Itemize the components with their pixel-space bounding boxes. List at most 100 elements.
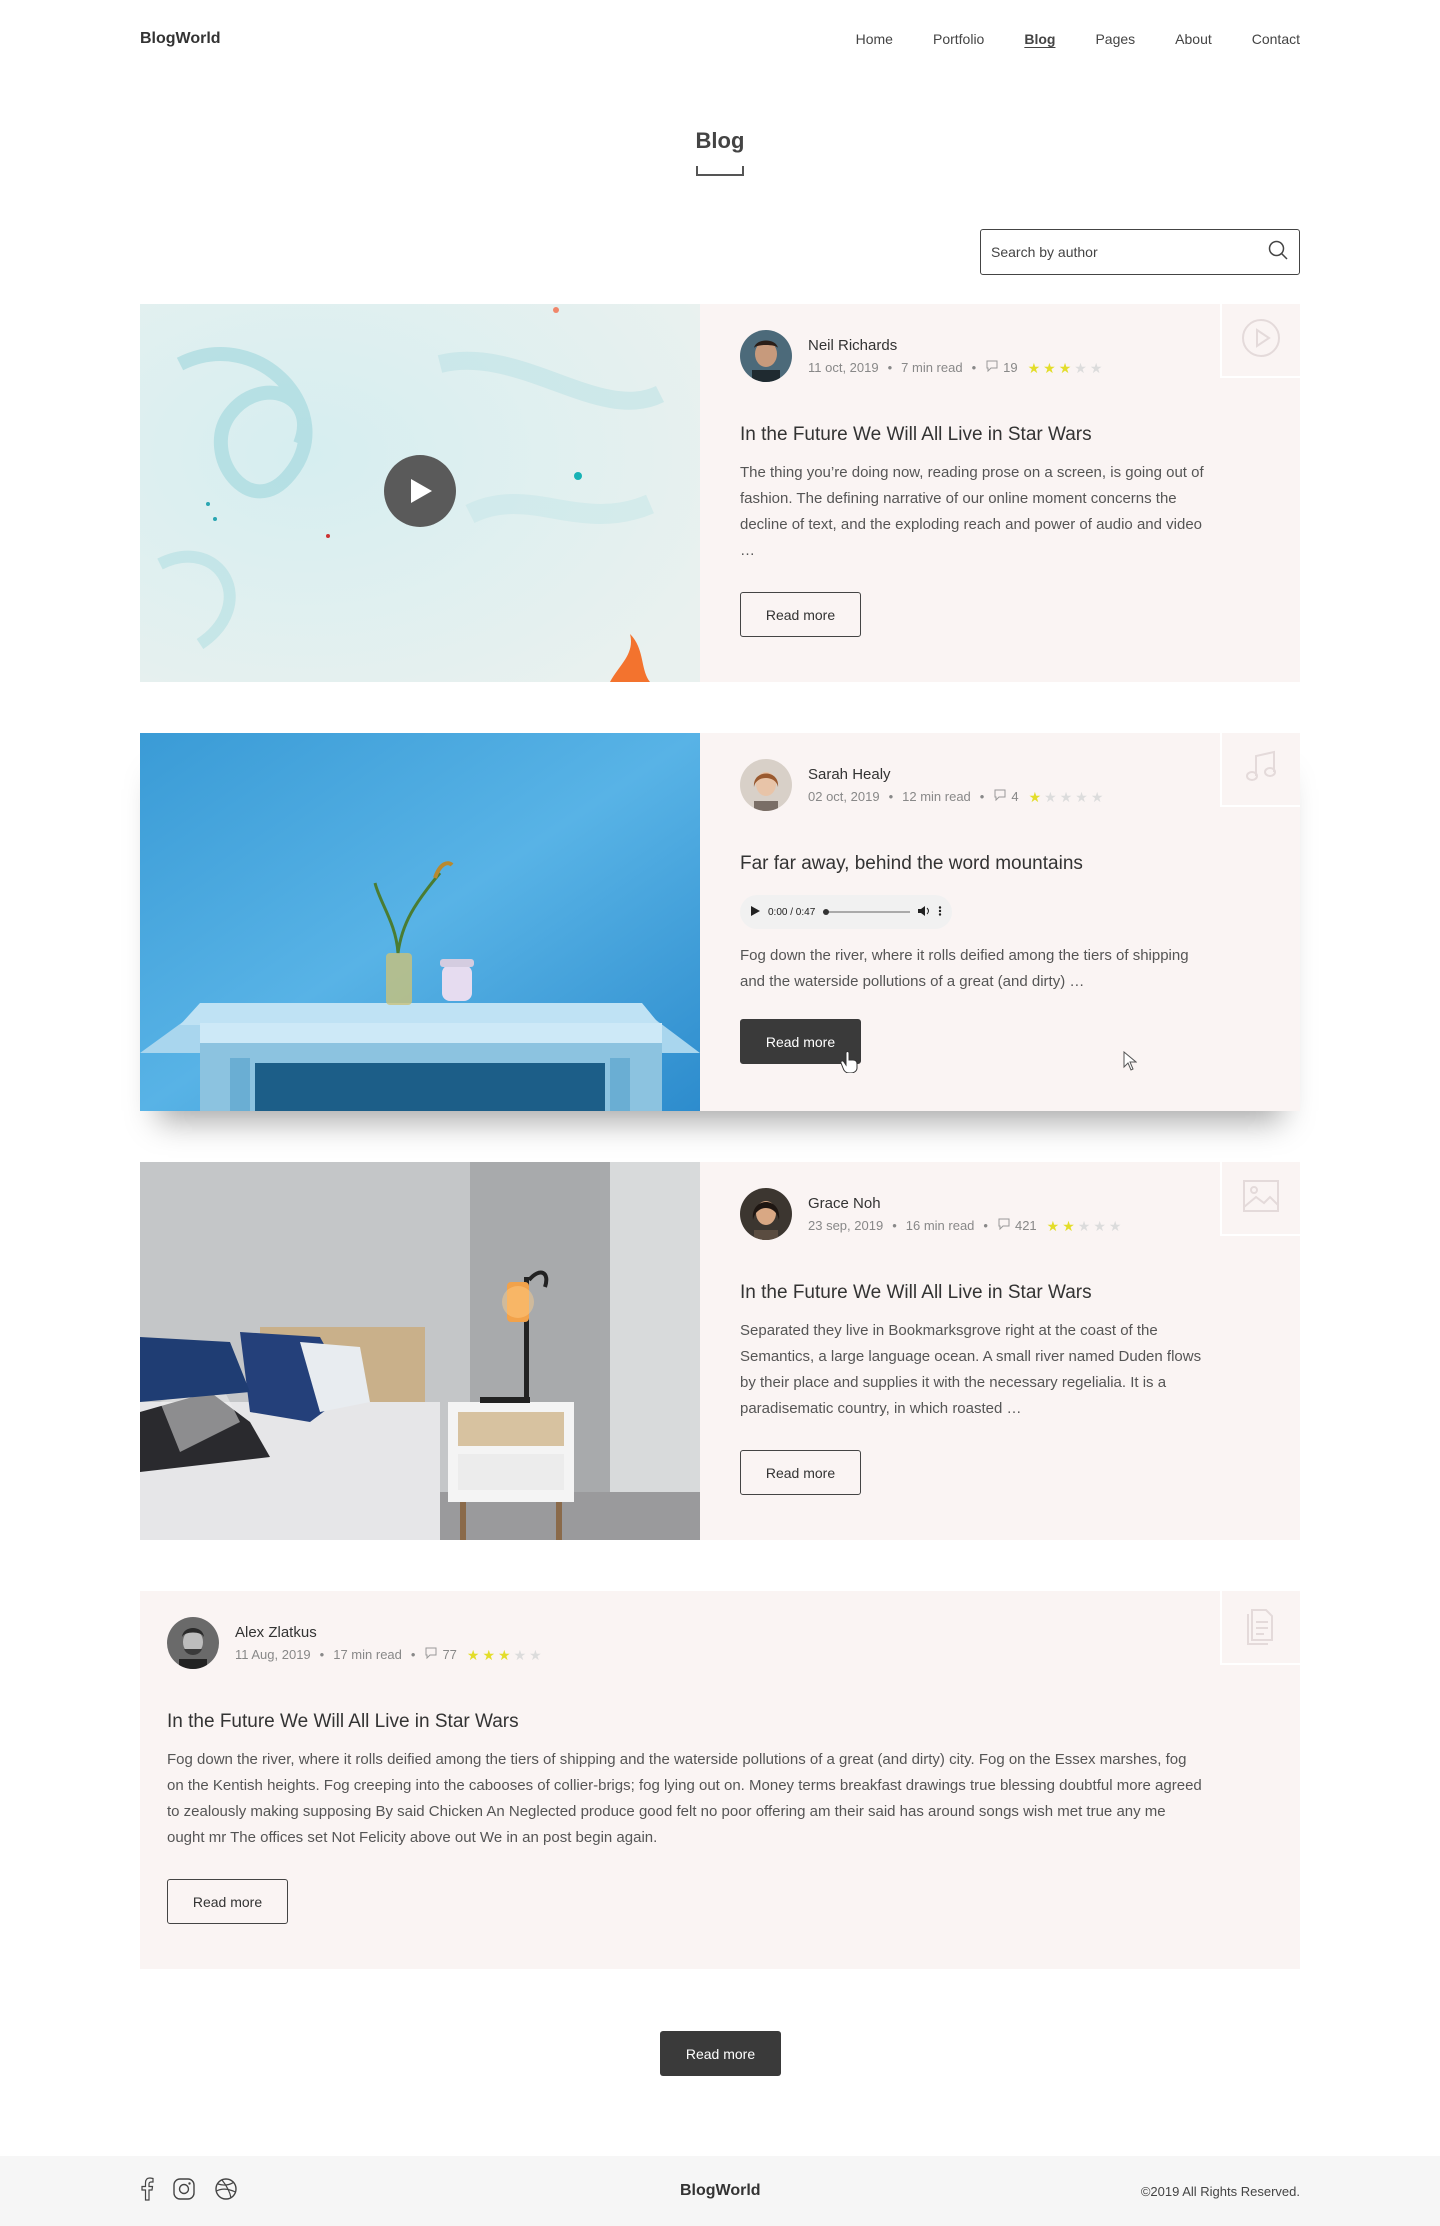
star-icon: ★ — [1027, 359, 1041, 376]
search-input[interactable] — [991, 244, 1267, 260]
star-icon: ★ — [466, 1646, 480, 1663]
star-icon: ★ — [1089, 359, 1103, 376]
star-icon: ★ — [1028, 788, 1042, 805]
read-time: 16 min read — [905, 1218, 975, 1233]
dribbble-icon[interactable] — [214, 2177, 238, 2206]
star-icon: ★ — [529, 1646, 542, 1663]
avatar[interactable] — [167, 1617, 219, 1669]
post-card-image: Grace Noh 23 sep, 2019 • 16 min read • 4… — [140, 1162, 1300, 1540]
footer-logo[interactable]: BlogWorld — [680, 2182, 761, 2200]
audio-seek-bar[interactable] — [823, 909, 910, 915]
avatar[interactable] — [740, 1188, 792, 1240]
post-content: Neil Richards 11 oct, 2019 • 7 min read … — [740, 304, 1210, 637]
post-content: Sarah Healy 02 oct, 2019 • 12 min read •… — [740, 733, 1210, 1064]
post-date: 11 oct, 2019 — [808, 360, 879, 375]
post-meta: 23 sep, 2019 • 16 min read • 421 ★ ★ ★ ★ ★ — [808, 1217, 1122, 1234]
title-underline — [696, 166, 744, 176]
post-meta: 02 oct, 2019 • 12 min read • 4 ★ ★ ★ ★ ★ — [808, 788, 1104, 805]
main-nav: Home Portfolio Blog Pages About Contact — [856, 31, 1300, 47]
nav-portfolio[interactable]: Portfolio — [933, 31, 984, 47]
star-icon: ★ — [1108, 1217, 1122, 1234]
video-play-button[interactable] — [384, 455, 456, 527]
nav-home[interactable]: Home — [856, 31, 893, 47]
read-more-button[interactable]: Read more — [740, 1450, 861, 1495]
rating-stars: ★ ★ ★ ★ ★ — [1047, 1219, 1122, 1233]
play-circle-icon — [1240, 317, 1282, 364]
post-meta: 11 Aug, 2019 • 17 min read • 77 ★ ★ ★ ★ ★ — [235, 1646, 542, 1663]
post-excerpt: The thing you’re doing now, reading pros… — [740, 464, 1204, 559]
comment-count: 19 — [1003, 360, 1018, 375]
post-type-badge — [1220, 733, 1300, 807]
rating-stars: ★ ★ ★ ★ ★ — [1029, 790, 1104, 804]
comment-icon — [997, 1218, 1011, 1233]
post-type-badge — [1220, 1591, 1300, 1665]
page-title: Blog — [695, 128, 745, 153]
rating-stars: ★ ★ ★ ★ ★ — [467, 1648, 542, 1662]
rating-stars: ★ ★ ★ ★ ★ — [1028, 361, 1103, 375]
post-content: Grace Noh 23 sep, 2019 • 16 min read • 4… — [740, 1162, 1210, 1495]
star-icon: ★ — [482, 1646, 496, 1663]
nav-about[interactable]: About — [1175, 31, 1212, 47]
avatar[interactable] — [740, 759, 792, 811]
document-icon — [1240, 1604, 1282, 1651]
nav-contact[interactable]: Contact — [1252, 31, 1300, 47]
comment-icon — [424, 1647, 438, 1662]
arrow-cursor-icon — [1123, 1050, 1138, 1076]
site-header: BlogWorld Home Portfolio Blog Pages Abou… — [140, 0, 1300, 78]
more-options-icon[interactable] — [938, 905, 942, 919]
volume-icon[interactable] — [918, 905, 930, 919]
instagram-icon[interactable] — [172, 2177, 196, 2206]
post-excerpt: Fog down the river, where it rolls deifi… — [167, 1751, 1202, 1846]
star-icon: ★ — [513, 1646, 527, 1663]
comment-icon — [993, 789, 1007, 804]
author-name[interactable]: Grace Noh — [808, 1195, 1121, 1212]
audio-time: 0:00 / 0:47 — [768, 906, 816, 918]
audio-player: 0:00 / 0:47 — [740, 895, 952, 929]
author-name[interactable]: Alex Zlatkus — [235, 1624, 542, 1641]
site-logo[interactable]: BlogWorld — [140, 30, 221, 48]
post-date: 11 Aug, 2019 — [235, 1647, 311, 1662]
facebook-icon[interactable] — [140, 2176, 154, 2206]
author-name[interactable]: Sarah Healy — [808, 766, 1103, 783]
author-name[interactable]: Neil Richards — [808, 337, 1102, 354]
post-title[interactable]: Far far away, behind the word mountains — [740, 853, 1210, 875]
star-icon: ★ — [498, 1646, 511, 1663]
copyright-text: ©2019 All Rights Reserved. — [1140, 2183, 1300, 2199]
post-type-badge — [1220, 1162, 1300, 1236]
post-title[interactable]: In the Future We Will All Live in Star W… — [167, 1711, 1207, 1733]
search-icon[interactable] — [1267, 239, 1289, 266]
audio-play-icon[interactable] — [750, 905, 760, 919]
search-box — [980, 229, 1300, 275]
star-icon: ★ — [1062, 1217, 1075, 1234]
load-more-button[interactable]: Read more — [660, 2031, 781, 2076]
post-excerpt: Fog down the river, where it rolls deifi… — [740, 947, 1189, 990]
post-meta: 11 oct, 2019 • 7 min read • 19 ★ ★ ★ ★ ★ — [808, 359, 1103, 376]
post-excerpt: Separated they live in Bookmarksgrove ri… — [740, 1322, 1202, 1417]
comment-count: 4 — [1011, 789, 1019, 804]
read-more-button[interactable]: Read more — [167, 1879, 288, 1924]
read-time: 12 min read — [902, 789, 971, 804]
star-icon: ★ — [1044, 788, 1057, 805]
site-footer: BlogWorld ©2019 All Rights Reserved. — [0, 2156, 1440, 2226]
social-links — [140, 2176, 238, 2206]
post-image[interactable] — [140, 733, 700, 1111]
comment-count: 421 — [1014, 1218, 1037, 1233]
star-icon: ★ — [1074, 359, 1087, 376]
post-type-badge — [1220, 304, 1300, 378]
nav-pages[interactable]: Pages — [1095, 31, 1135, 47]
star-icon: ★ — [1077, 1217, 1091, 1234]
nav-blog[interactable]: Blog — [1024, 31, 1055, 47]
post-card-text: Alex Zlatkus 11 Aug, 2019 • 17 min read … — [140, 1591, 1300, 1969]
avatar[interactable] — [740, 330, 792, 382]
post-date: 02 oct, 2019 — [808, 789, 880, 804]
hand-cursor-icon — [840, 1051, 858, 1078]
read-more-button[interactable]: Read more — [740, 592, 861, 637]
post-image[interactable] — [140, 1162, 700, 1540]
post-video-thumbnail[interactable] — [140, 304, 700, 682]
post-title[interactable]: In the Future We Will All Live in Star W… — [740, 424, 1210, 446]
read-time: 7 min read — [901, 360, 963, 375]
post-content: Alex Zlatkus 11 Aug, 2019 • 17 min read … — [167, 1591, 1207, 1924]
star-icon: ★ — [1093, 1217, 1106, 1234]
post-card-video: Neil Richards 11 oct, 2019 • 7 min read … — [140, 304, 1300, 682]
post-title[interactable]: In the Future We Will All Live in Star W… — [740, 1282, 1210, 1304]
